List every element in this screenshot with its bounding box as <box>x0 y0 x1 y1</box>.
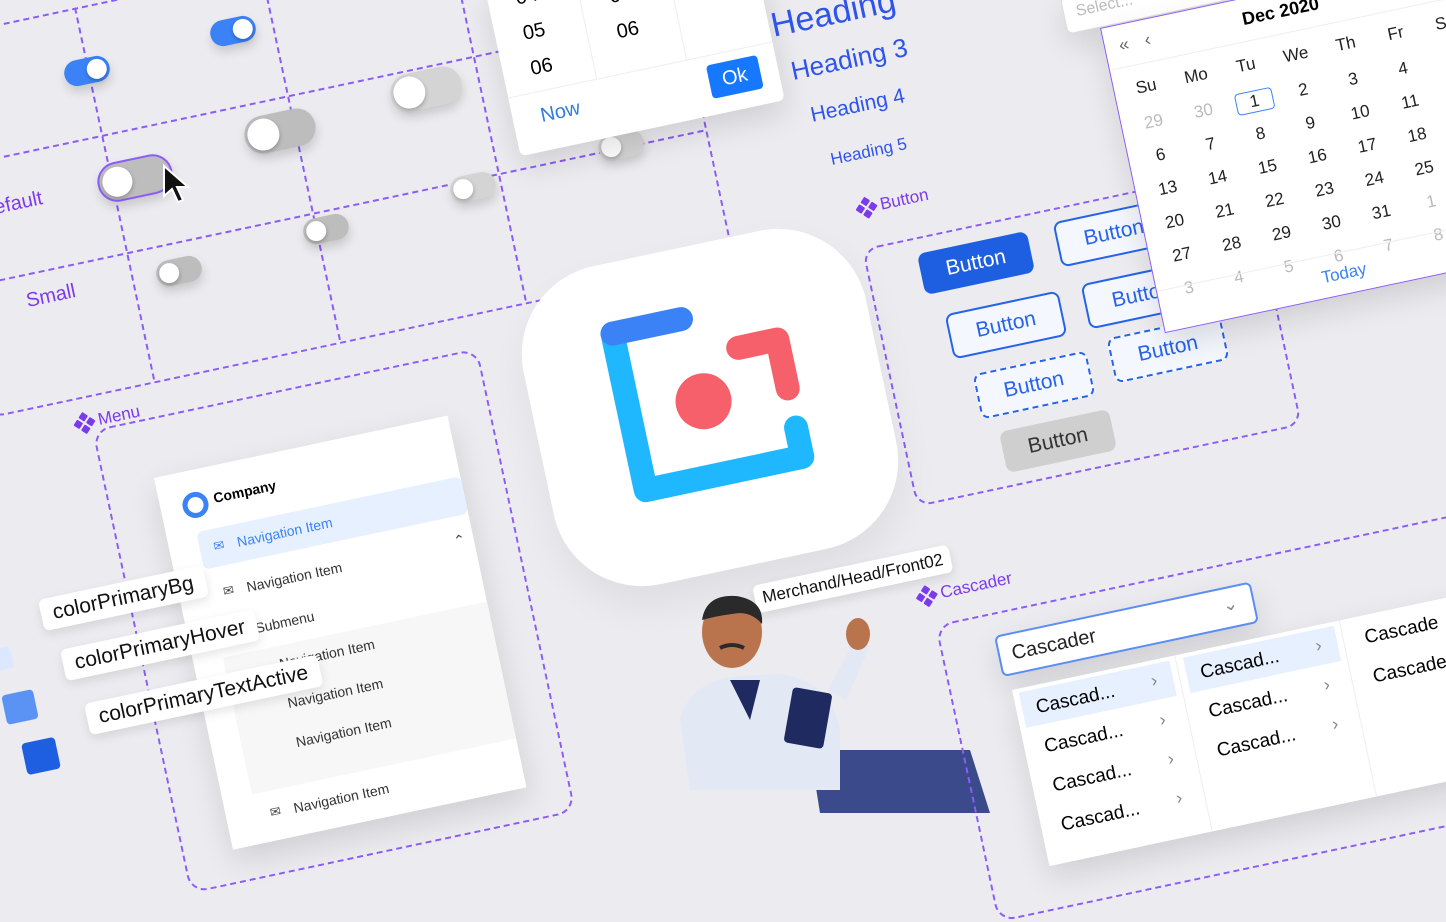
logo-mark-icon <box>600 307 815 503</box>
cursor-icon <box>163 164 191 204</box>
calendar-day[interactable]: 27 <box>1162 241 1201 268</box>
weekday-label: Fr <box>1385 22 1406 45</box>
minute-option[interactable]: 05 <box>607 0 634 9</box>
calendar-day[interactable]: 4 <box>1383 55 1422 82</box>
calendar-day[interactable]: 3 <box>1169 275 1208 302</box>
mail-icon: ✉ <box>212 537 226 554</box>
calendar-day[interactable]: 21 <box>1205 198 1244 225</box>
calendar-day[interactable]: 1 <box>1412 188 1446 215</box>
calendar-day[interactable]: 10 <box>1341 99 1380 126</box>
calendar-day[interactable]: 17 <box>1348 132 1387 159</box>
calendar-day[interactable]: 24 <box>1355 166 1394 193</box>
mail-icon: ✉ <box>268 803 283 821</box>
month-title[interactable]: Dec 2020 <box>1240 0 1321 30</box>
company-logo-icon <box>180 489 211 521</box>
menu-item-label: Navigation Item <box>245 559 344 595</box>
calendar-day[interactable]: 23 <box>1305 176 1344 203</box>
color-swatch <box>21 736 61 776</box>
calendar-day[interactable]: 9 <box>1291 110 1330 137</box>
menu-item-label[interactable]: Navigation Item <box>294 714 392 750</box>
calendar-day[interactable]: 18 <box>1398 122 1437 149</box>
calendar-day[interactable]: 7 <box>1191 131 1230 158</box>
chevron-right-icon: › <box>1157 708 1168 730</box>
cascader-option[interactable]: Cascade <box>1363 612 1441 649</box>
cascader-value: Cascader <box>1009 625 1099 665</box>
calendar-day[interactable]: 8 <box>1241 120 1280 147</box>
heading-5: Heading 5 <box>828 134 909 169</box>
left-icon[interactable]: ‹ <box>1142 29 1152 51</box>
calendar-day[interactable]: 29 <box>1134 108 1173 135</box>
color-swatch <box>1 689 39 725</box>
chevron-right-icon: › <box>1165 748 1176 769</box>
calendar-day[interactable]: 16 <box>1298 143 1337 170</box>
hour-option[interactable]: 04 <box>513 0 540 11</box>
chevron-right-icon: › <box>1174 787 1185 809</box>
chevron-down-icon: ⌄ <box>1220 592 1240 616</box>
cascader-option[interactable]: Cascade <box>1371 651 1446 688</box>
calendar-day[interactable]: 4 <box>1219 264 1258 291</box>
calendar-day[interactable]: 29 <box>1262 220 1301 247</box>
menu-item-label: Navigation Item <box>235 514 334 550</box>
chevron-right-icon: › <box>1149 669 1160 691</box>
calendar-day[interactable]: 15 <box>1248 154 1287 181</box>
calendar-day[interactable]: 6 <box>1141 142 1180 169</box>
weekday-label: Sa <box>1433 11 1446 35</box>
calendar-day[interactable]: 13 <box>1148 175 1187 202</box>
calendar-day[interactable]: 11 <box>1391 89 1430 116</box>
calendar-day[interactable]: 30 <box>1312 210 1351 237</box>
calendar-day[interactable]: 3 <box>1334 66 1373 93</box>
calendar-day[interactable]: 2 <box>1284 77 1323 104</box>
heading-4: Heading 4 <box>808 84 907 127</box>
calendar-day[interactable]: 28 <box>1212 231 1251 258</box>
calendar-day[interactable]: 1 <box>1233 86 1276 117</box>
button-section-title: Button <box>855 185 931 219</box>
weekday-label: Mo <box>1182 63 1210 88</box>
chevron-right-icon: › <box>1330 713 1341 734</box>
double-left-icon[interactable]: « <box>1117 34 1131 57</box>
minute-option[interactable]: 06 <box>615 17 642 44</box>
component-icon <box>73 411 96 435</box>
menu-item-label: Submenu <box>253 607 316 637</box>
calendar-day[interactable]: 7 <box>1369 232 1408 259</box>
weekday-label: Su <box>1133 74 1159 98</box>
person-illustration <box>680 595 990 813</box>
calendar-day[interactable]: 5 <box>1433 45 1446 72</box>
calendar-day[interactable]: 25 <box>1405 155 1444 182</box>
calendar-day[interactable]: 5 <box>1269 253 1308 280</box>
app-logo <box>505 212 915 603</box>
menu-item-label: Navigation Item <box>292 780 391 816</box>
select-placeholder: Select... <box>1074 0 1135 20</box>
calendar-day[interactable]: 12 <box>1440 78 1446 105</box>
weekday-label: Th <box>1333 32 1358 56</box>
hour-option[interactable]: 06 <box>528 54 555 81</box>
component-icon <box>855 196 878 219</box>
weekday-label: Tu <box>1234 53 1258 77</box>
color-swatch <box>0 645 15 673</box>
chevron-right-icon: › <box>1313 634 1324 656</box>
calendar-day[interactable]: 20 <box>1155 208 1194 235</box>
calendar-day[interactable]: 31 <box>1362 199 1401 226</box>
calendar-day[interactable]: 30 <box>1184 98 1223 125</box>
heading-3: Heading 3 <box>788 32 911 87</box>
calendar-day[interactable]: 14 <box>1198 164 1237 191</box>
hour-option[interactable]: 05 <box>521 19 548 46</box>
chevron-up-icon: ⌃ <box>451 530 467 549</box>
chevron-right-icon: › <box>1321 674 1332 695</box>
ok-button[interactable]: Ok <box>705 54 764 99</box>
mail-icon: ✉ <box>221 582 236 599</box>
calendar-day[interactable]: 22 <box>1255 187 1294 214</box>
company-name: Company <box>211 476 278 506</box>
now-link[interactable]: Now <box>538 97 582 128</box>
weekday-label: We <box>1281 42 1311 67</box>
